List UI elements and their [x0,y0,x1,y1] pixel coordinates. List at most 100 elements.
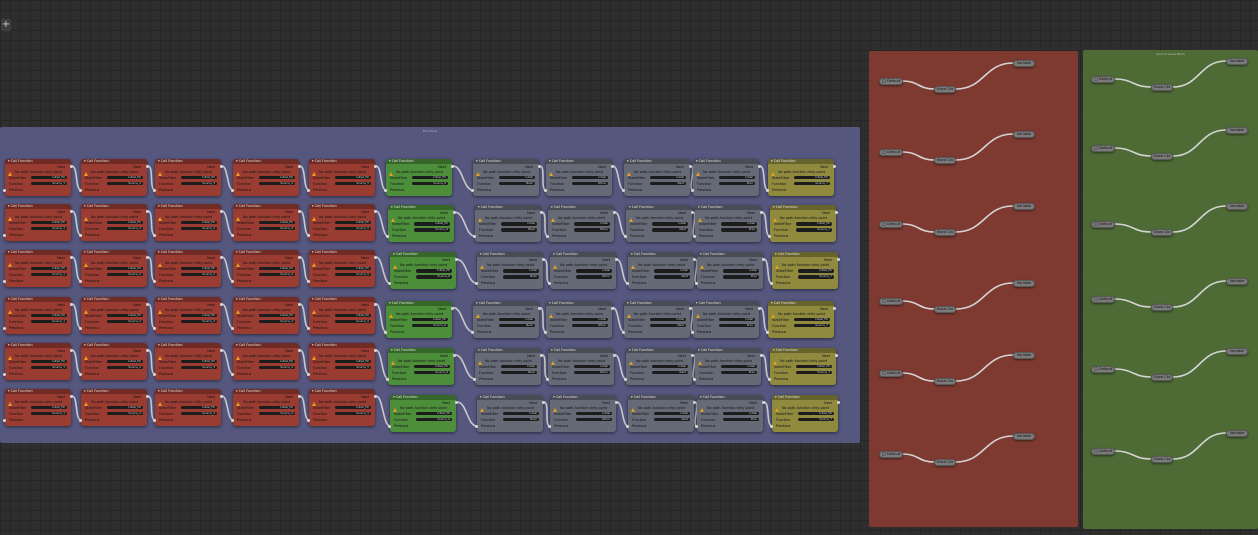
function-field[interactable]: Source_1 [31,320,67,324]
state-filter-field[interactable]: Initial_Fill [414,222,450,226]
call-function-node[interactable]: ▾ Call Function Next No path-function dirt… [548,347,614,385]
input-socket[interactable] [3,419,6,422]
input-socket[interactable] [548,425,551,428]
call-function-node[interactable]: ▾ Call Function Next No path-function dirt… [697,252,763,290]
output-socket[interactable] [70,303,73,306]
context-node[interactable]: Have Ctx [934,229,956,236]
input-socket[interactable] [386,377,389,381]
default-node[interactable]: ◯ Default [1091,76,1115,83]
function-field[interactable]: Source_7 [798,418,834,422]
context-node[interactable]: Show Ctx [1151,229,1173,236]
input-socket[interactable] [544,189,547,192]
state-filter-field[interactable]: Initial [650,176,686,180]
function-field[interactable]: Source_4 [259,227,295,231]
function-field[interactable]: Source_5 [335,273,371,277]
output-socket[interactable] [451,165,454,168]
call-function-node[interactable]: ▾ Call Function Next No path-function dirt… [386,159,452,196]
output-socket[interactable] [70,256,73,259]
state-filter-field[interactable]: Initial [499,317,535,321]
output-socket[interactable] [70,395,73,398]
state-filter-field[interactable]: Initial [719,317,755,321]
input-socket[interactable] [471,330,474,334]
function-field[interactable]: Source_3 [181,273,217,277]
variable-node[interactable]: Variable [1226,348,1248,355]
state-filter-field[interactable]: Initial_Fill [107,176,143,180]
function-field[interactable]: Source_1 [31,366,67,370]
input-socket[interactable] [153,280,156,283]
state-filter-field[interactable]: Initial_Fill [181,360,217,364]
state-filter-field[interactable]: Initial_Fill [412,317,448,321]
context-node[interactable]: Show Ctx [1151,304,1173,311]
call-function-node[interactable]: ▾ Call Function Next No path-function dirt… [628,395,694,432]
input-socket[interactable] [307,189,310,192]
input-socket[interactable] [231,327,234,330]
function-field[interactable]: Prev [723,275,759,279]
output-socket[interactable] [298,210,301,213]
call-function-node[interactable]: ▾ Call Function Next No path-function dirt… [81,389,147,426]
state-filter-field[interactable]: Initial_Fill [107,406,143,410]
function-field[interactable]: Source_5 [335,182,371,186]
state-filter-field[interactable]: Initial [721,222,757,226]
function-field[interactable]: Source_4 [259,182,295,186]
input-socket[interactable] [3,373,6,376]
default-node[interactable]: ◯ Default [1091,221,1115,228]
variable-node[interactable]: Variable [1226,203,1248,210]
input-socket[interactable] [307,419,310,422]
function-field[interactable]: Back [501,228,537,232]
state-filter-field[interactable]: Initial_Fill [31,176,67,180]
call-function-node[interactable]: ▾ Call Function Next No path-function dirt… [233,159,299,196]
context-node[interactable]: Show Ctx [1151,456,1173,463]
call-function-node[interactable]: ▾ Call Function Next No path-function dirt… [477,395,543,432]
output-socket[interactable] [298,165,301,168]
call-function-node[interactable]: ▾ Call Function Next No path-function dirt… [388,205,454,243]
state-filter-field[interactable]: Initial_Fill [414,364,450,369]
state-filter-field[interactable]: Initial [572,317,608,321]
output-socket[interactable] [760,353,763,357]
function-field[interactable]: Other [574,228,610,232]
state-filter-field[interactable]: Initial [572,176,608,180]
function-field[interactable]: Back [503,275,539,279]
call-function-node[interactable]: ▾ Call Function Next No path-function dirt… [550,395,616,432]
context-node[interactable]: Have Ctx [934,86,956,93]
call-function-node[interactable]: ▾ Call Function Next No path-function dirt… [81,297,147,334]
function-field[interactable]: Source_1 [31,412,67,416]
output-socket[interactable] [146,349,149,352]
call-function-node[interactable]: ▾ Call Function Next No path-function dirt… [309,297,375,334]
context-node[interactable]: Show Ctx [1151,374,1173,381]
input-socket[interactable] [231,189,234,192]
output-socket[interactable] [70,349,73,352]
call-function-node[interactable]: ▾ Call Function Next No path-function dirt… [770,205,836,243]
state-filter-field[interactable]: Initial_Fill [181,406,217,410]
state-filter-field[interactable]: Initial_Fill [31,360,67,364]
output-socket[interactable] [542,401,545,404]
state-filter-field[interactable]: Initial [654,412,690,416]
input-socket[interactable] [3,189,6,192]
state-filter-field[interactable]: Initial [654,269,690,273]
output-socket[interactable] [374,303,377,306]
function-field[interactable]: Prev [723,418,759,422]
call-function-node[interactable]: ▾ Call Function Next No path-function dirt… [388,347,454,385]
state-filter-field[interactable]: Initial_Fill [794,317,830,321]
state-filter-field[interactable]: Initial [501,222,537,226]
input-socket[interactable] [153,327,156,330]
output-socket[interactable] [146,210,149,213]
variable-node[interactable]: Variable [1013,352,1035,359]
call-function-node[interactable]: ▾ Call Function Next No path-function dirt… [550,252,616,290]
function-field[interactable]: Source_5 [335,320,371,324]
call-function-node[interactable]: ▾ Call Function Next No path-function dirt… [155,343,221,380]
function-field[interactable]: Source_1 [31,182,67,186]
call-function-node[interactable]: ▾ Call Function Next No path-function dirt… [233,343,299,380]
default-node[interactable]: ◯ Default [1091,145,1115,152]
call-function-node[interactable]: ▾ Call Function Next No path-function dirt… [5,389,71,426]
state-filter-field[interactable]: Initial_Fill [107,267,143,271]
call-function-node[interactable]: ▾ Call Function Next No path-function dirt… [155,389,221,426]
function-field[interactable]: Source_6 [414,370,450,375]
output-socket[interactable] [146,256,149,259]
call-function-node[interactable]: ▾ Call Function Next No path-function dirt… [5,343,71,380]
state-filter-field[interactable]: Initial_Fill [181,314,217,318]
output-socket[interactable] [758,306,761,310]
state-filter-field[interactable]: Initial_Fill [181,176,217,180]
function-field[interactable]: Source_5 [335,412,371,416]
function-field[interactable]: Other [576,418,612,422]
state-filter-field[interactable]: Initial_Fill [335,406,371,410]
